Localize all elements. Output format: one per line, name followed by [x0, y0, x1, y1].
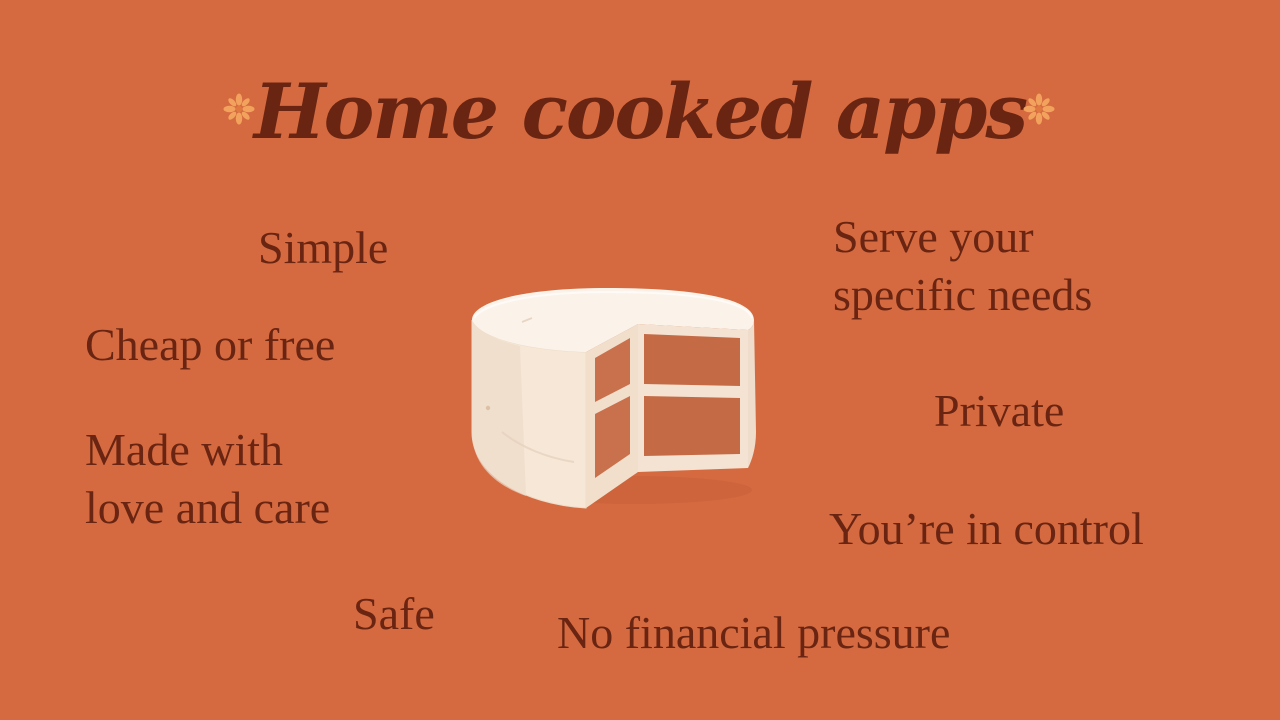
label-serve-needs: Serve your specific needs — [833, 208, 1092, 324]
label-made-with-love: Made with love and care — [85, 421, 330, 537]
label-serve-needs-line1: Serve your — [833, 211, 1034, 262]
label-cheap-or-free: Cheap or free — [85, 319, 336, 370]
slide-title: Home cooked apps — [253, 67, 1028, 156]
label-simple: Simple — [258, 222, 389, 273]
slide: Home cooked apps Simple Cheap or free Ma… — [0, 0, 1280, 720]
label-in-control: You’re in control — [829, 503, 1144, 554]
cake-slice-illustration — [471, 288, 756, 509]
label-made-with-love-line1: Made with — [85, 424, 284, 475]
label-safe: Safe — [353, 588, 435, 639]
label-private: Private — [934, 385, 1065, 436]
label-made-with-love-line2: love and care — [85, 482, 331, 533]
asterisk-flower-icon — [1023, 93, 1055, 125]
label-no-financial-pressure: No financial pressure — [557, 607, 951, 658]
label-serve-needs-line2: specific needs — [833, 269, 1093, 320]
